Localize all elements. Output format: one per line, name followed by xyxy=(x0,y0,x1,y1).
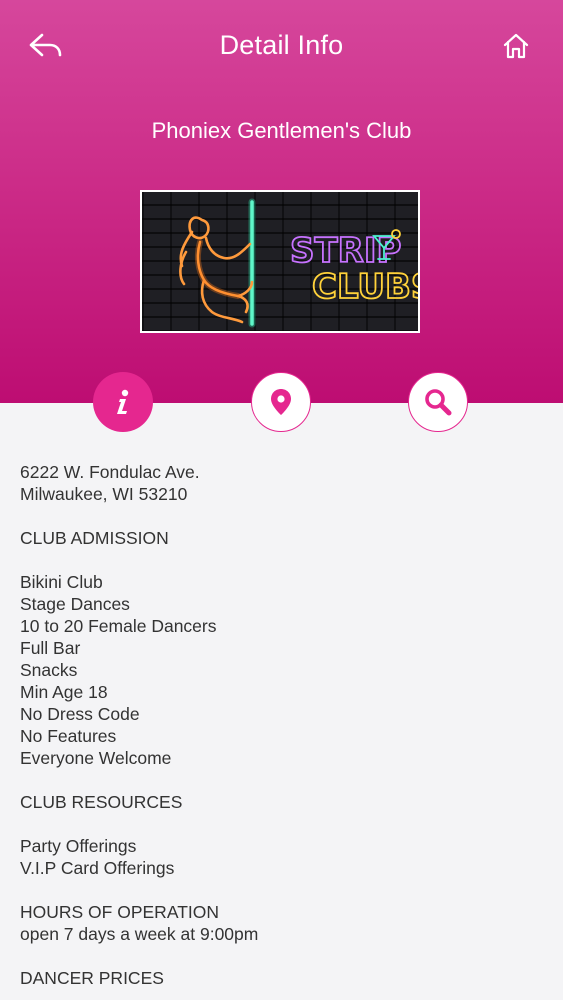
club-name: Phoniex Gentlemen's Club xyxy=(151,118,412,143)
banner-text-clubs: CLUBS xyxy=(312,267,418,307)
detail-tab-bar xyxy=(0,372,563,436)
home-button[interactable] xyxy=(496,28,536,64)
search-icon xyxy=(425,389,452,416)
club-banner-image: STRIP CLUBS xyxy=(140,190,420,333)
section-heading-resources: CLUB RESOURCES xyxy=(20,792,183,812)
section-heading-hours: HOURS OF OPERATION xyxy=(20,902,219,922)
tab-info[interactable] xyxy=(93,372,153,432)
section-heading-admission: CLUB ADMISSION xyxy=(20,528,169,548)
page-title: Detail Info xyxy=(219,30,344,60)
list-item: Snacks xyxy=(20,660,78,680)
section-heading-prices: DANCER PRICES xyxy=(20,968,164,988)
list-item: No Dress Code xyxy=(20,704,140,724)
tab-search[interactable] xyxy=(408,372,468,432)
nav-bar: Detail Info xyxy=(0,0,563,90)
header: Detail Info Phoniex Gentlemen's Club STR… xyxy=(0,0,563,403)
list-item: No Features xyxy=(20,726,117,746)
list-item: Party Offerings xyxy=(20,836,137,856)
list-item: Everyone Welcome xyxy=(20,748,172,768)
list-item: V.I.P Card Offerings xyxy=(20,858,175,878)
list-item: Full Bar xyxy=(20,638,81,658)
list-item: 10 to 20 Female Dancers xyxy=(20,616,217,636)
list-item: Stage Dances xyxy=(20,594,130,614)
map-pin-icon xyxy=(271,389,291,415)
address-line-1: 6222 W. Fondulac Ave. xyxy=(20,462,200,482)
hours-text: open 7 days a week at 9:00pm xyxy=(20,924,259,944)
list-item: Bikini Club xyxy=(20,572,103,592)
dancer-silhouette-icon xyxy=(179,216,254,324)
home-icon xyxy=(503,33,529,59)
tab-map[interactable] xyxy=(251,372,311,432)
list-item: Min Age 18 xyxy=(20,682,108,702)
info-icon xyxy=(117,389,129,414)
address-line-2: Milwaukee, WI 53210 xyxy=(20,484,188,504)
club-details: 6222 W. Fondulac Ave. Milwaukee, WI 5321… xyxy=(20,461,540,989)
